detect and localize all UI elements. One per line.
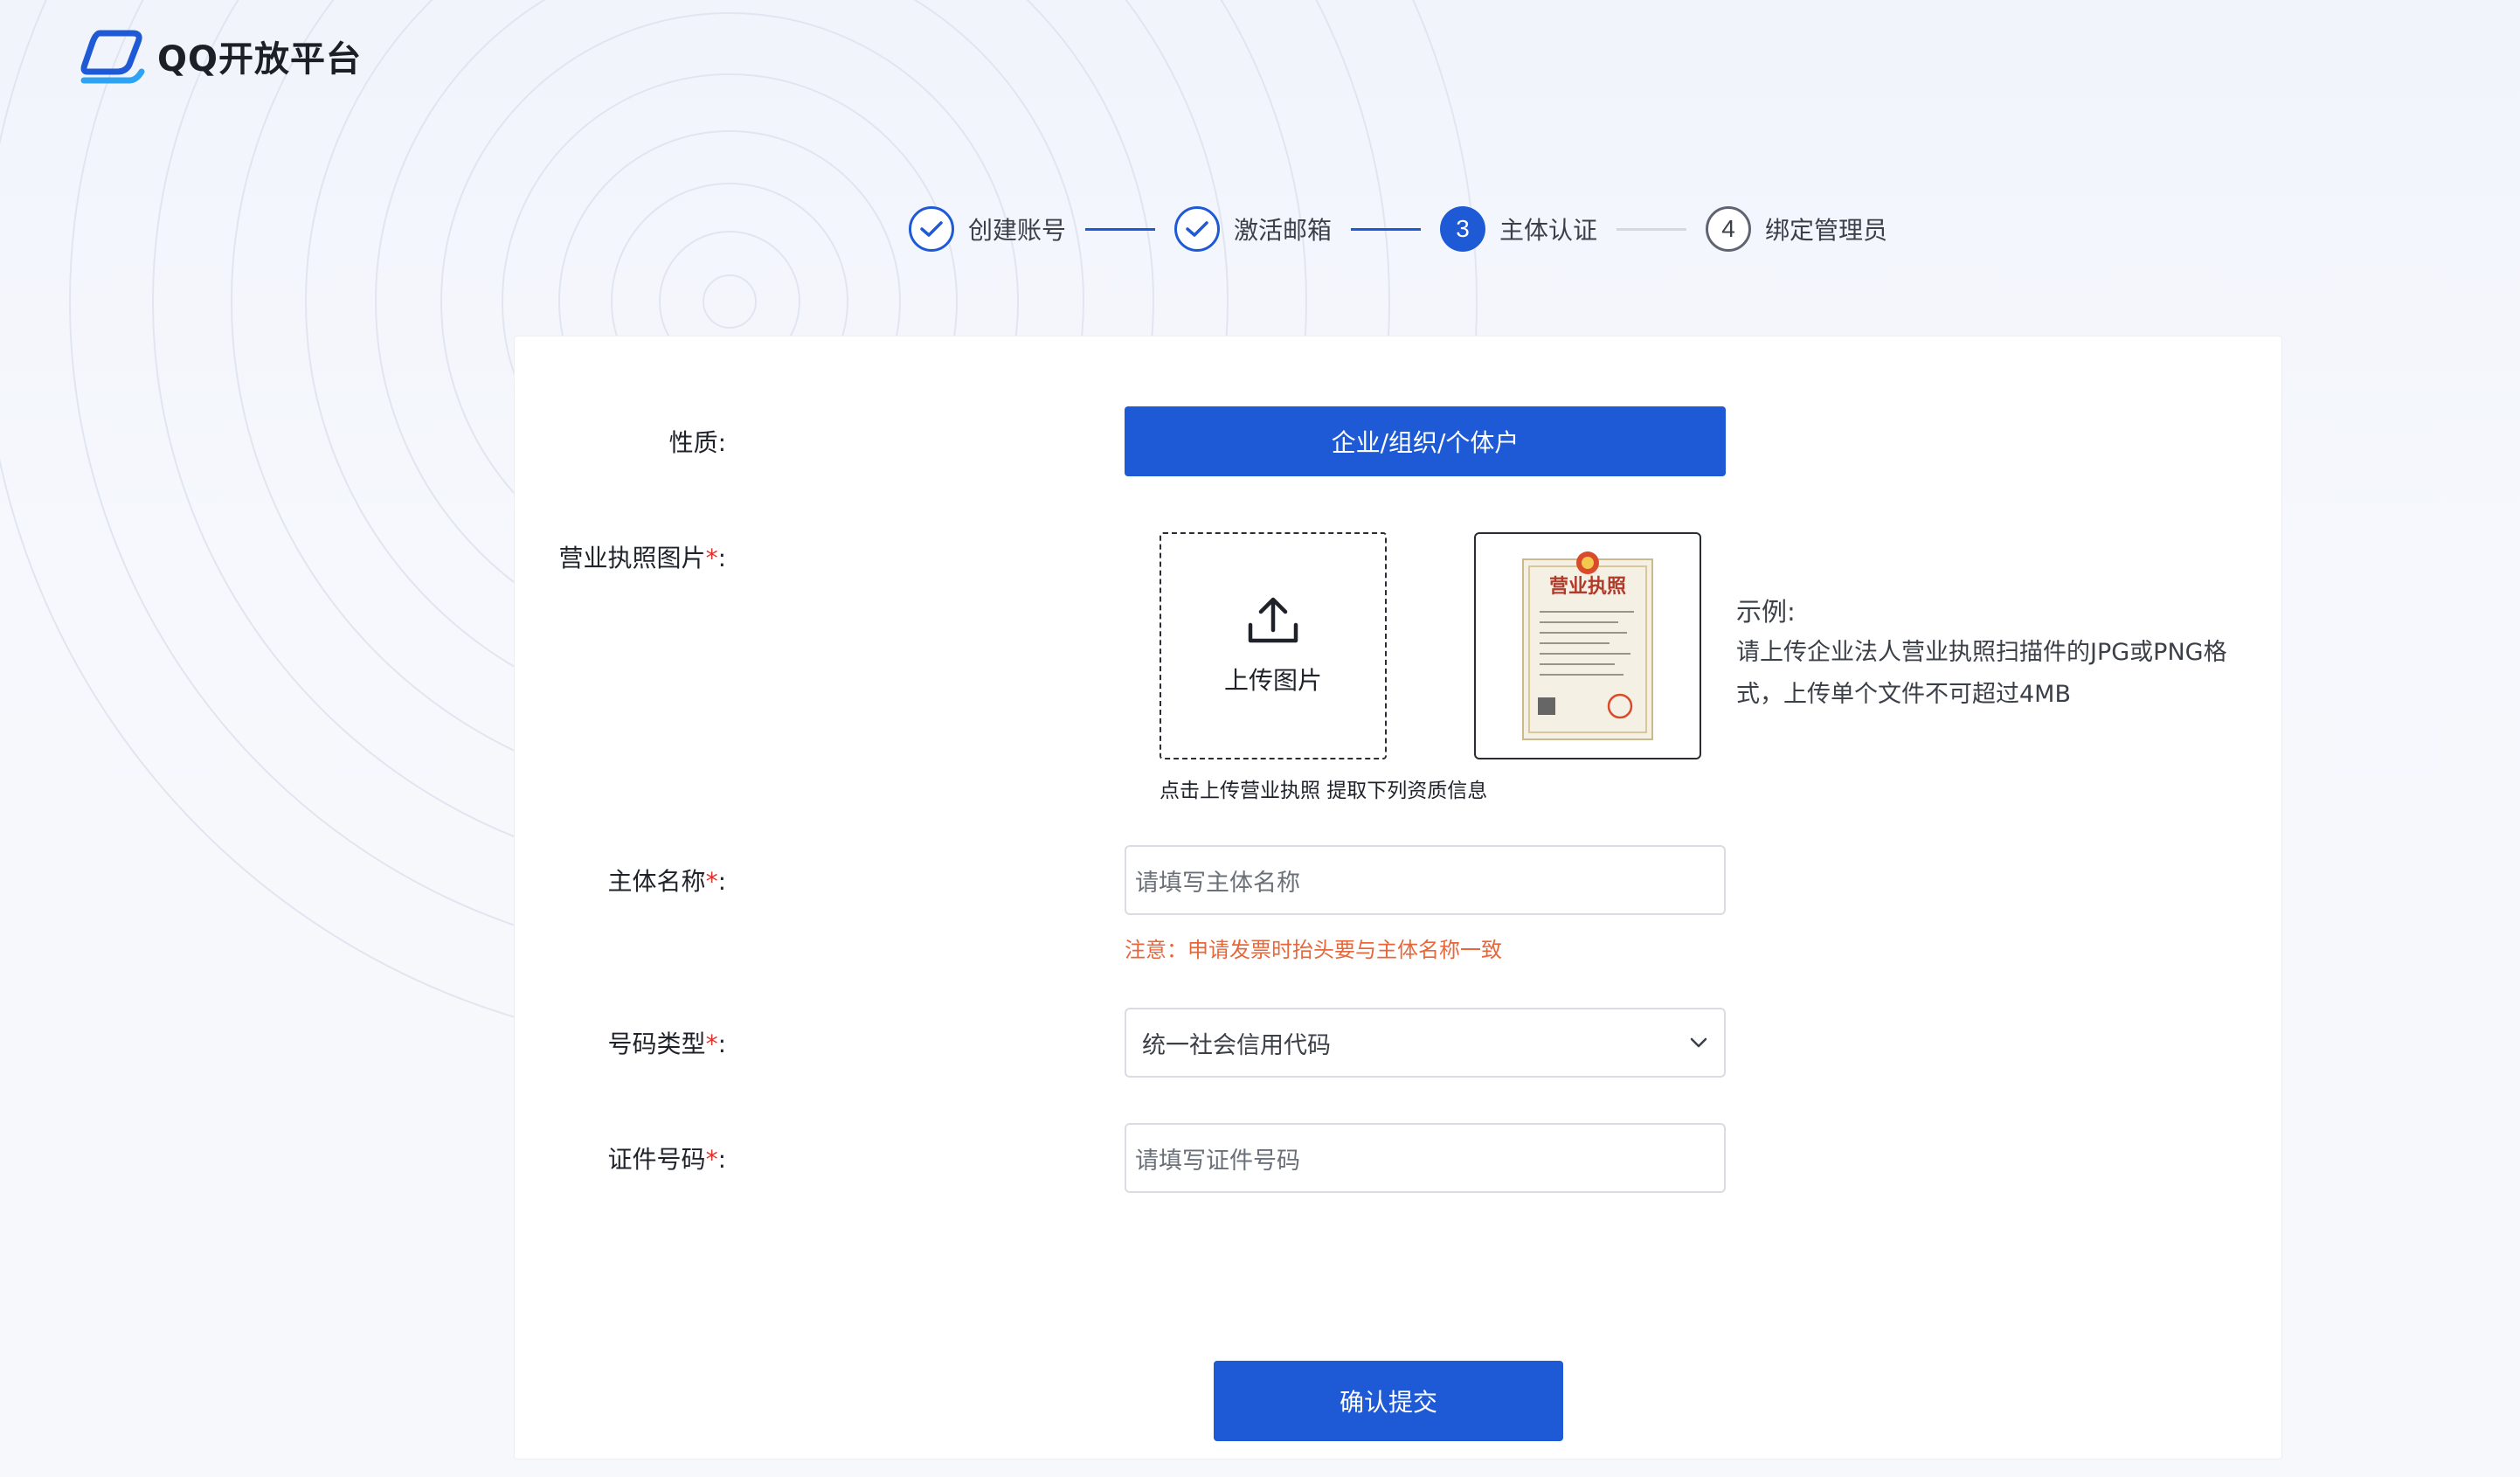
upload-icon	[1248, 597, 1298, 643]
step-label: 主体认证	[1499, 216, 1598, 245]
chevron-down-icon	[1690, 1037, 1707, 1048]
id-type-value: 统一社会信用代码	[1142, 1031, 1331, 1059]
required-mark: *	[705, 1030, 718, 1058]
step-connector	[1617, 227, 1687, 231]
id-number-label: 证件号码*:	[607, 1145, 726, 1174]
submit-button[interactable]: 确认提交	[1214, 1361, 1563, 1441]
entity-type-button[interactable]: 企业/组织/个体户	[1125, 406, 1726, 476]
step-number: 4	[1706, 206, 1752, 252]
id-number-input[interactable]: 请填写证件号码	[1125, 1123, 1726, 1193]
verification-form-card: 性质: 企业/组织/个体户 营业执照图片*: 上传图片 点击上传营业执照 提取下…	[514, 336, 2282, 1460]
license-image-title: 营业执照	[1549, 576, 1626, 598]
required-mark: *	[705, 1145, 718, 1174]
step-activate-email: 激活邮箱	[1174, 206, 1332, 252]
step-label: 激活邮箱	[1234, 216, 1333, 245]
upload-hint: 点击上传营业执照 提取下列资质信息	[1160, 780, 1488, 802]
id-number-placeholder: 请填写证件号码	[1135, 1147, 1300, 1175]
entity-name-placeholder: 请填写主体名称	[1135, 869, 1300, 897]
id-type-label: 号码类型*:	[607, 1030, 726, 1058]
required-mark: *	[705, 544, 718, 572]
platform-logo[interactable]: QQ开放平台	[80, 26, 362, 86]
step-label: 创建账号	[968, 216, 1067, 245]
type-label: 性质:	[668, 428, 726, 457]
entity-name-input[interactable]: 请填写主体名称	[1125, 845, 1726, 915]
qq-open-platform-logo-icon	[80, 30, 145, 84]
step-connector	[1085, 227, 1156, 231]
license-label: 营业执照图片*:	[558, 544, 726, 572]
license-example-image: 营业执照	[1474, 532, 1701, 759]
step-number: 3	[1440, 206, 1486, 252]
logo-text: QQ开放平台	[157, 39, 363, 80]
entity-name-label: 主体名称*:	[607, 867, 726, 896]
example-description: 请上传企业法人营业执照扫描件的JPG或PNG格式，上传单个文件不可超过4MB	[1736, 639, 2227, 708]
step-label: 绑定管理员	[1765, 216, 1888, 245]
step-create-account: 创建账号	[909, 206, 1066, 252]
step-entity-verification: 3 主体认证	[1440, 206, 1597, 252]
example-title: 示例:	[1736, 597, 1796, 627]
business-license-sample-image: 营业执照	[1522, 551, 1653, 740]
progress-steps: 创建账号 激活邮箱 3 主体认证 4 绑定管理员	[909, 205, 1887, 253]
check-icon	[1174, 206, 1221, 252]
license-upload-button[interactable]: 上传图片	[1160, 532, 1387, 759]
step-connector	[1351, 227, 1422, 231]
id-type-select[interactable]: 统一社会信用代码	[1125, 1008, 1726, 1078]
check-icon	[909, 206, 954, 252]
upload-label: 上传图片	[1223, 666, 1322, 695]
required-mark: *	[705, 867, 718, 896]
step-bind-admin: 4 绑定管理员	[1706, 206, 1887, 252]
entity-name-notice: 注意：申请发票时抬头要与主体名称一致	[1125, 938, 1502, 962]
